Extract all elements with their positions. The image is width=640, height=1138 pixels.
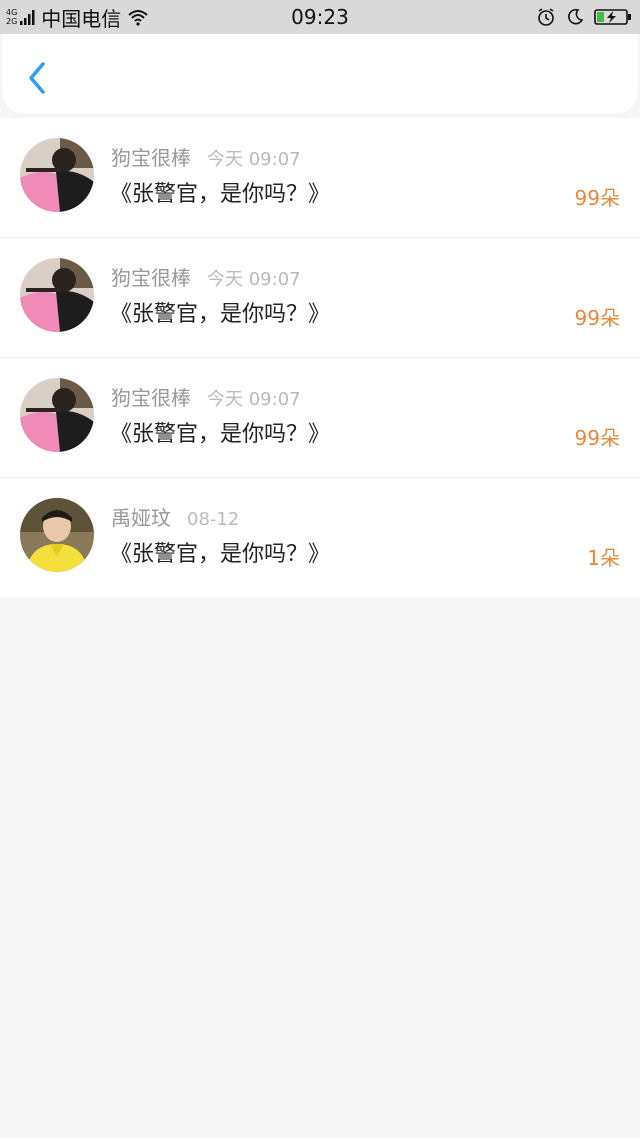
pink-shirt-avatar-image — [20, 258, 94, 332]
chevron-left-icon — [29, 62, 45, 94]
pink-shirt-avatar-image — [20, 138, 94, 212]
timestamp: 今天 09:07 — [207, 149, 301, 170]
pink-shirt-avatar-image — [20, 378, 94, 452]
avatar[interactable] — [20, 138, 94, 212]
list-item[interactable]: 禹娅玟 08-12 《张警官，是你吗？》 1朵 — [0, 478, 640, 597]
status-right — [536, 5, 632, 29]
timestamp: 今天 09:07 — [207, 389, 301, 410]
avatar[interactable] — [20, 498, 94, 572]
list-item[interactable]: 狗宝很棒 今天 09:07 《张警官，是你吗？》 99朵 — [0, 358, 640, 478]
timestamp: 今天 09:07 — [207, 269, 301, 290]
user-name: 狗宝很棒 — [111, 266, 191, 290]
nav-bar — [2, 34, 638, 114]
timestamp: 08-12 — [187, 509, 240, 530]
screen: 4G 2G 中国电信 09:23 狗宝很棒 今天 09:07 《张警官，是你吗？… — [0, 0, 640, 1138]
user-name: 狗宝很棒 — [111, 386, 191, 410]
status-bar: 4G 2G 中国电信 09:23 — [0, 0, 640, 34]
message-text: 《张警官，是你吗？》 — [110, 542, 331, 567]
yellow-jacket-avatar-image — [20, 498, 94, 572]
item-meta: 狗宝很棒 今天 09:07 — [111, 382, 301, 411]
avatar[interactable] — [20, 258, 94, 332]
item-meta: 禹娅玟 08-12 — [111, 502, 239, 531]
user-name: 狗宝很棒 — [111, 146, 191, 170]
battery-charging-icon — [594, 9, 631, 25]
gift-list: 狗宝很棒 今天 09:07 《张警官，是你吗？》 99朵 狗宝很棒 今天 09:… — [0, 118, 640, 597]
back-button[interactable] — [20, 58, 54, 98]
message-text: 《张警官，是你吗？》 — [110, 422, 331, 447]
flower-count: 1朵 — [587, 546, 620, 570]
item-meta: 狗宝很棒 今天 09:07 — [111, 142, 301, 171]
list-item[interactable]: 狗宝很棒 今天 09:07 《张警官，是你吗？》 99朵 — [0, 118, 640, 238]
avatar[interactable] — [20, 378, 94, 452]
moon-icon — [568, 8, 584, 25]
alarm-icon — [538, 8, 554, 26]
user-name: 禹娅玟 — [111, 506, 171, 530]
flower-count: 99朵 — [574, 426, 620, 450]
flower-count: 99朵 — [574, 186, 620, 210]
flower-count: 99朵 — [574, 306, 620, 330]
item-meta: 狗宝很棒 今天 09:07 — [111, 262, 301, 291]
list-item[interactable]: 狗宝很棒 今天 09:07 《张警官，是你吗？》 99朵 — [0, 238, 640, 358]
message-text: 《张警官，是你吗？》 — [110, 302, 331, 327]
message-text: 《张警官，是你吗？》 — [110, 182, 331, 207]
